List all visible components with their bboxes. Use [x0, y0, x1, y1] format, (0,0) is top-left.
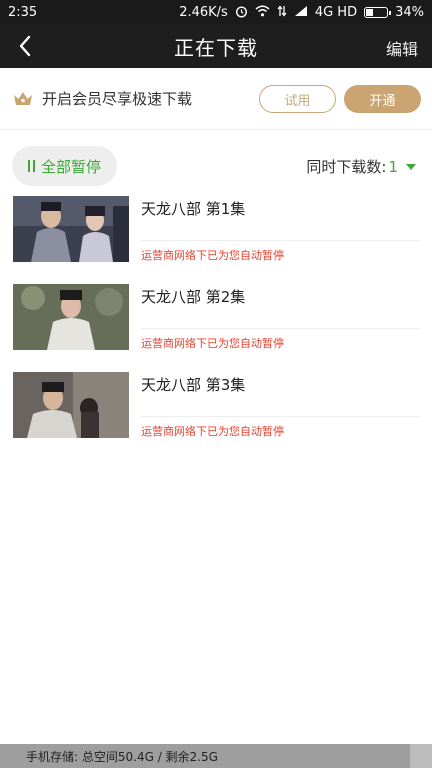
- download-title: 天龙八部 第2集: [141, 288, 246, 306]
- concurrent-label: 同时下载数:: [306, 158, 387, 176]
- video-thumbnail: [13, 372, 129, 438]
- download-status: 运营商网络下已为您自动暂停: [141, 337, 284, 350]
- nav-bar: 正在下载 编辑: [0, 24, 432, 68]
- network-speed: 2.46K/s: [179, 4, 228, 20]
- battery-icon: [364, 6, 392, 18]
- try-button[interactable]: 试用: [259, 85, 336, 113]
- signal-icon: [294, 5, 308, 19]
- download-title: 天龙八部 第3集: [141, 376, 246, 394]
- download-controls: 全部暂停 同时下载数: 1: [0, 146, 432, 186]
- item-divider: [141, 240, 420, 241]
- download-item[interactable]: 天龙八部 第2集 运营商网络下已为您自动暂停: [0, 284, 432, 372]
- network-type: 4G HD: [314, 4, 358, 20]
- download-title: 天龙八部 第1集: [141, 200, 246, 218]
- status-bar: 2:35 2.46K/s 4G HD 34%: [0, 0, 432, 24]
- storage-bar: 手机存储: 总空间50.4G / 剩余2.5G: [0, 744, 432, 768]
- vip-promo-bar: 开启会员尽享极速下载 试用 开通: [0, 68, 432, 130]
- download-list: 天龙八部 第1集 运营商网络下已为您自动暂停 天龙八部 第2集 运营商网络下已为…: [0, 196, 432, 460]
- download-item[interactable]: 天龙八部 第3集 运营商网络下已为您自动暂停: [0, 372, 432, 460]
- concurrent-downloads-selector[interactable]: 同时下载数: 1: [306, 156, 416, 177]
- download-status: 运营商网络下已为您自动暂停: [141, 249, 284, 262]
- data-arrows-icon: [277, 5, 287, 19]
- battery-percent: 34%: [395, 4, 424, 20]
- pause-all-label: 全部暂停: [40, 157, 101, 176]
- status-time: 2:35: [8, 4, 38, 20]
- storage-text: 手机存储: 总空间50.4G / 剩余2.5G: [26, 750, 218, 764]
- concurrent-value: 1: [388, 157, 398, 176]
- item-divider: [141, 416, 420, 417]
- subscribe-button[interactable]: 开通: [344, 85, 421, 113]
- pause-icon: [27, 160, 35, 172]
- pause-all-button[interactable]: 全部暂停: [12, 146, 117, 186]
- alarm-icon: [235, 5, 248, 20]
- video-thumbnail: [13, 196, 129, 262]
- status-right: 2.46K/s 4G HD 34%: [179, 5, 424, 20]
- download-item[interactable]: 天龙八部 第1集 运营商网络下已为您自动暂停: [0, 196, 432, 284]
- video-thumbnail: [13, 284, 129, 350]
- crown-icon: [12, 90, 34, 108]
- edit-button[interactable]: 编辑: [386, 36, 418, 60]
- vip-promo-text: 开启会员尽享极速下载: [42, 90, 193, 108]
- dropdown-triangle-icon: [406, 163, 416, 170]
- wifi-icon: [255, 5, 270, 19]
- page-title: 正在下载: [174, 35, 258, 60]
- item-divider: [141, 328, 420, 329]
- back-arrow-icon[interactable]: [12, 32, 38, 60]
- download-status: 运营商网络下已为您自动暂停: [141, 425, 284, 438]
